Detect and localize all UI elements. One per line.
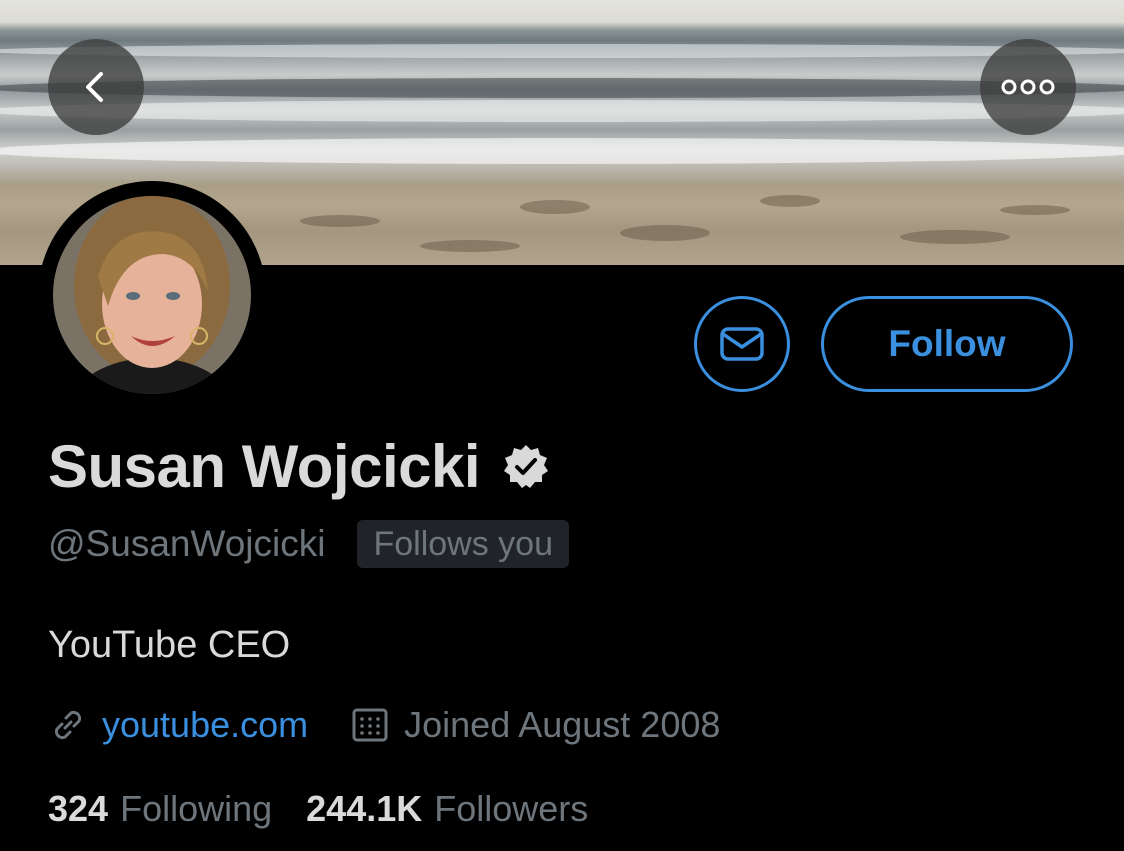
banner-wave	[0, 100, 1124, 122]
banner-sand-mark	[520, 200, 590, 214]
follows-you-badge: Follows you	[357, 520, 569, 568]
message-button[interactable]	[694, 296, 790, 392]
more-horizontal-icon	[1001, 79, 1055, 95]
joined-date: Joined August 2008	[404, 704, 721, 745]
chevron-left-icon	[86, 72, 103, 102]
following-count: 324	[48, 788, 109, 829]
following-label: Following	[120, 788, 273, 829]
followers-stat[interactable]: 244.1K Followers	[306, 788, 588, 830]
link-icon	[54, 710, 82, 740]
verified-badge-icon	[504, 444, 549, 488]
banner-wave	[0, 78, 1124, 98]
profile-avatar[interactable]	[38, 181, 266, 409]
banner-sand-mark	[300, 215, 380, 227]
banner-sand-mark	[620, 225, 710, 241]
profile-stats-row: 324 Following 244.1K Followers	[48, 788, 588, 830]
banner-sand-mark	[1000, 205, 1070, 215]
handle-row: @SusanWojcicki Follows you	[48, 520, 569, 568]
profile-meta-row: youtube.com Joined August 2008	[48, 704, 720, 746]
calendar-icon	[352, 708, 388, 742]
mail-icon	[720, 327, 764, 361]
profile-handle: @SusanWojcicki	[48, 523, 326, 564]
avatar-image	[53, 196, 251, 394]
website-link[interactable]: youtube.com	[102, 704, 308, 746]
banner-wave	[0, 138, 1124, 164]
banner-wave	[0, 44, 1124, 58]
banner-sand-mark	[420, 240, 520, 252]
following-stat[interactable]: 324 Following	[48, 788, 272, 830]
followers-count: 244.1K	[306, 788, 423, 829]
more-options-button[interactable]	[980, 39, 1076, 135]
profile-bio: YouTube CEO	[48, 624, 291, 666]
banner-sand-mark	[760, 195, 820, 207]
banner-sand-mark	[900, 230, 1010, 244]
profile-name-row: Susan Wojcicki	[48, 432, 550, 501]
followers-label: Followers	[434, 788, 589, 829]
back-button[interactable]	[48, 39, 144, 135]
profile-name: Susan Wojcicki	[48, 433, 481, 500]
follow-button[interactable]: Follow	[821, 296, 1073, 392]
